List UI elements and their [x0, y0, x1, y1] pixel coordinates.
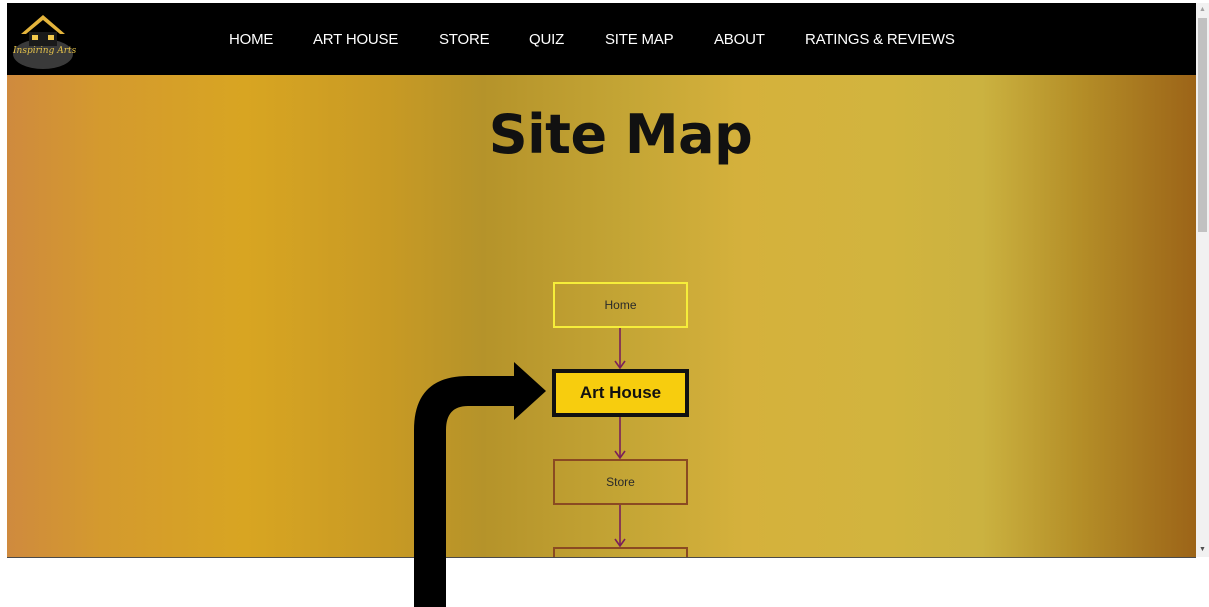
scroll-up-arrow-icon[interactable]: ▲: [1196, 3, 1209, 17]
vertical-scrollbar[interactable]: ▲ ▼: [1196, 3, 1209, 557]
arrowhead-next: [614, 538, 626, 548]
nav-about-link[interactable]: ABOUT: [714, 31, 765, 48]
scroll-down-arrow-icon[interactable]: ▼: [1196, 543, 1209, 557]
page-title: Site Map: [488, 103, 753, 166]
nav-store-link[interactable]: STORE: [439, 31, 490, 48]
nav-home-link[interactable]: HOME: [229, 31, 273, 48]
sitemap-node-home[interactable]: Home: [553, 282, 688, 328]
arrowhead-store: [614, 450, 626, 460]
sitemap-node-store[interactable]: Store: [553, 459, 688, 505]
arrowhead-arthouse: [614, 360, 626, 370]
nav-quiz-link[interactable]: QUIZ: [529, 31, 564, 48]
sitemap-node-next[interactable]: [553, 547, 688, 557]
nav-art-house-link[interactable]: ART HOUSE: [313, 31, 398, 48]
site-map-section: Site Map Home Art House Store: [7, 75, 1196, 557]
scrollbar-thumb[interactable]: [1198, 18, 1207, 232]
sitemap-node-art-house[interactable]: Art House: [552, 369, 689, 417]
nav-links: HOME ART HOUSE STORE QUIZ SITE MAP ABOUT…: [7, 3, 1196, 75]
nav-ratings-reviews-link[interactable]: RATINGS & REVIEWS: [805, 31, 955, 48]
browser-viewport: Inspiring Arts HOME ART HOUSE STORE QUIZ…: [7, 3, 1196, 558]
top-navigation-bar: Inspiring Arts HOME ART HOUSE STORE QUIZ…: [7, 3, 1196, 75]
nav-site-map-link[interactable]: SITE MAP: [605, 31, 674, 48]
